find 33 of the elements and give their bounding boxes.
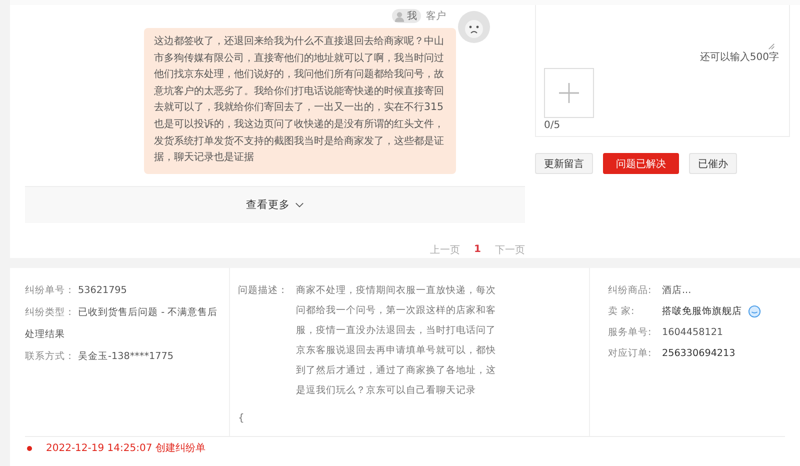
action-button[interactable]: 问题已解决 (603, 153, 679, 174)
chevron-down-icon (295, 202, 304, 208)
character-counter: 还可以输入500字 (700, 50, 779, 64)
sender-label: 客户 (426, 10, 446, 23)
user-icon (394, 10, 405, 22)
message-input-field[interactable]: 还可以输入500字 0/5 (535, 5, 790, 137)
action-button[interactable]: 更新留言 (535, 153, 593, 174)
brace-text: { (238, 413, 246, 424)
chat-bubble-icon[interactable] (748, 305, 761, 318)
field-label: 纠纷商品: (608, 284, 652, 297)
field-label: 对应订单: (608, 347, 652, 360)
detail-field: 联系方式： 吴金玉-138****1775 (25, 346, 221, 368)
field-value: 1604458121 (662, 327, 724, 338)
description-text: 商家不处理，疫情期间衣服一直放快递，每次问都给我一个问号，第一次跟这样的店家和客服，疫情一直没办法退回去，当时打电话问了京东客服说退回去再申请填单号就可以，都快到了然后才通过，通过了商家换了各地址，这是逗我们玩么？京东可以自己看聊天记录 (296, 284, 497, 398)
view-more-button[interactable]: 查看更多 (25, 186, 525, 223)
timeline-dot-icon (27, 446, 32, 450)
message-bubble: 这边都签收了，还退回来给我为什么不直接退回去给商家呢？中山市多狗传媒有限公司，直接寄他们的地址就可以了啊，我当时问过他们找京东处理，他们说好的，我问他们所有问题都给我问号，故意坑客户的太恶劣了。我给你们打电话说能寄快递的时候直接寄回去就可以了，我就给你们寄回去了，一出又一出的，实在不行315也是可以投诉的，我这边页问了收快递的是没有所谓的红头文件，发货系统打单发货不支持的截图我当时是给商家发了，这些都是证据，聊天记录也是证据 (144, 28, 456, 174)
plus-icon (559, 83, 579, 103)
page-number[interactable]: 1 (474, 244, 481, 256)
resize-handle-icon[interactable] (768, 43, 775, 50)
avatar-icon (458, 11, 490, 43)
detail-field: 纠纷单号： 53621795 (25, 280, 221, 302)
seller-name: 搭啵免服饰旗舰店 (662, 305, 742, 318)
timeline-entry: 2022-12-19 14:25:07 创建纠纷单 (46, 442, 206, 455)
field-label: 服务单号: (608, 326, 652, 339)
field-value: 酒店... (662, 284, 692, 297)
action-button[interactable]: 已催办 (689, 153, 737, 174)
upload-count: 0/5 (544, 120, 560, 131)
description-label: 问题描述： (238, 284, 288, 298)
sender-badge-text: 我 (407, 10, 417, 23)
detail-field: 纠纷类型： 已收到货售后问题 - 不满意售后处理结果 (25, 302, 221, 346)
field-value: 256330694213 (662, 348, 736, 359)
field-label: 卖 家: (608, 305, 636, 318)
